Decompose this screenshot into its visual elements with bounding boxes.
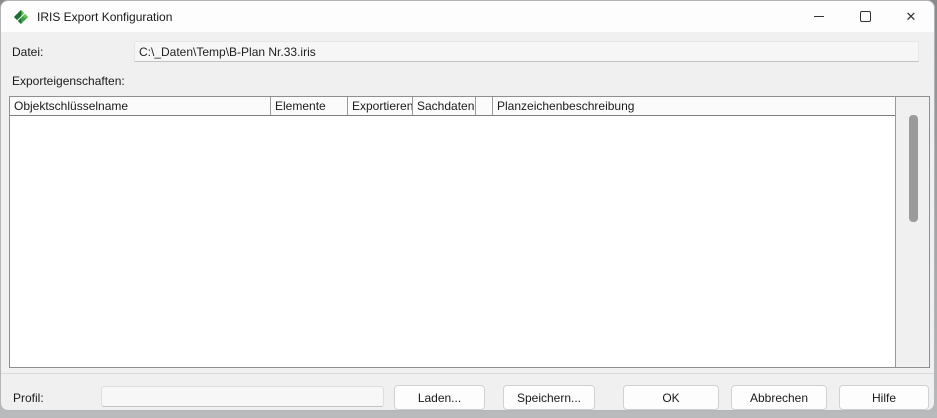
iris-export-dialog: IRIS Export Konfiguration ✕ Datei: C:\_D… (0, 0, 935, 411)
export-properties-table: Objektschlüsselname Elemente Exportieren… (9, 96, 930, 368)
speichern-button[interactable]: Speichern... (503, 385, 595, 410)
col-header-exportieren[interactable]: Exportieren (348, 97, 413, 115)
titlebar: IRIS Export Konfiguration ✕ (1, 1, 934, 32)
col-header-sachdaten[interactable]: Sachdaten (413, 97, 476, 115)
footer-separator (1, 373, 934, 374)
col-header-elemente[interactable]: Elemente (271, 97, 348, 115)
close-button[interactable]: ✕ (888, 1, 934, 32)
app-icon (13, 9, 29, 25)
profil-input[interactable] (101, 386, 384, 407)
ok-button[interactable]: OK (623, 385, 719, 410)
col-header-more (476, 97, 493, 115)
abbrechen-button[interactable]: Abbrechen (731, 385, 827, 410)
scrollbar-thumb[interactable] (909, 115, 918, 222)
col-header-objektschluesselname[interactable]: Objektschlüsselname (10, 97, 271, 115)
maximize-button[interactable] (842, 1, 888, 32)
maximize-icon (860, 11, 871, 22)
profil-label: Profil: (13, 391, 44, 405)
minimize-icon (814, 16, 824, 17)
col-header-planzeichenbeschreibung[interactable]: Planzeichenbeschreibung (493, 97, 895, 115)
window-title: IRIS Export Konfiguration (37, 10, 172, 24)
export-properties-label: Exporteigenschaften: (12, 74, 125, 88)
minimize-button[interactable] (796, 1, 842, 32)
file-path-field[interactable]: C:\_Daten\Temp\B-Plan Nr.33.iris (134, 41, 919, 62)
vertical-scrollbar[interactable] (896, 97, 929, 367)
table-header-row: Objektschlüsselname Elemente Exportieren… (10, 97, 895, 116)
laden-button[interactable]: Laden... (394, 385, 485, 410)
file-label: Datei: (12, 45, 43, 59)
close-icon: ✕ (906, 10, 917, 23)
hilfe-button[interactable]: Hilfe (839, 385, 929, 410)
